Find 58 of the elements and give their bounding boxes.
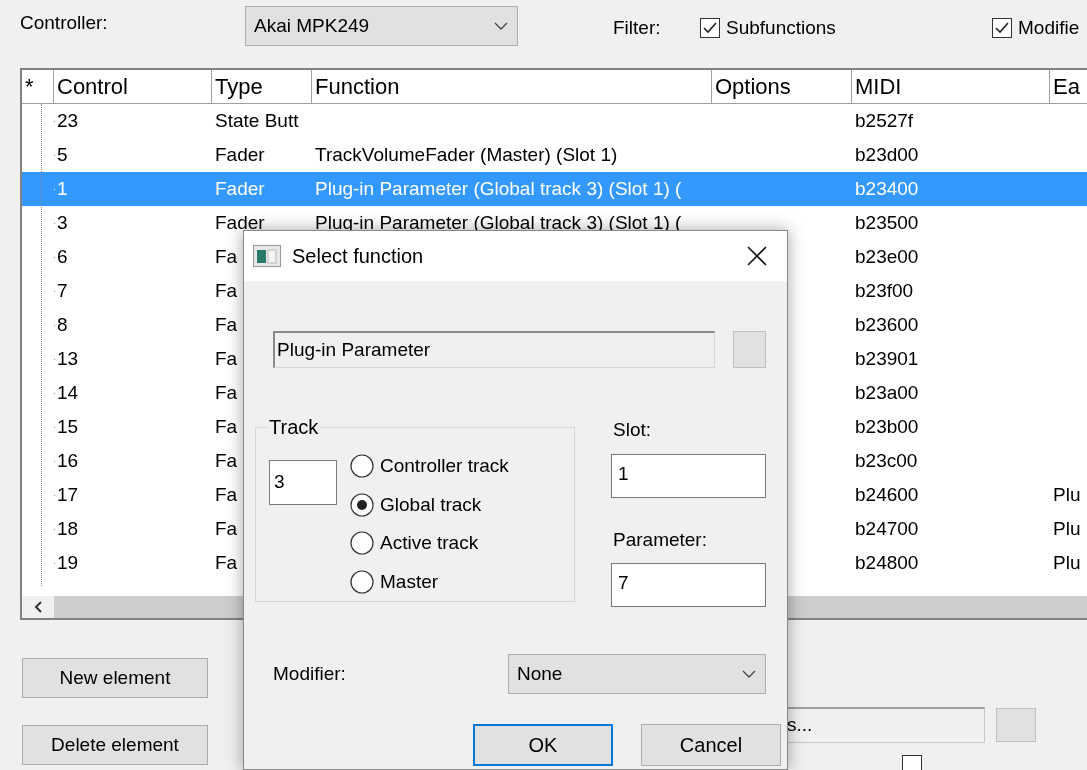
table-cell-text: 19: [57, 550, 79, 575]
radio-label: Global track: [380, 492, 482, 517]
table-cell-text: 6: [57, 244, 68, 269]
table-cell-text: State Butt: [215, 108, 299, 133]
dropdown-value: None: [517, 661, 563, 686]
table-cell-text: 17: [57, 482, 79, 507]
table-cell-text: 23: [57, 108, 79, 133]
table-cell-text: Fa: [215, 244, 238, 269]
controller-label: Controller:: [20, 10, 109, 35]
filter-label: Filter:: [613, 15, 662, 40]
table-cell-text: Fader: [215, 210, 265, 235]
radio-label: Active track: [380, 531, 479, 555]
table-cell-text: b23d00: [855, 142, 919, 167]
table-cell-text: 13: [57, 346, 79, 371]
table-cell-text: Fa: [215, 482, 238, 507]
table-cell-text: Fa: [215, 380, 238, 405]
table-cell-text: 8: [57, 312, 68, 337]
table-cell-text: Plu: [1053, 516, 1081, 541]
table-cell-text: b24600: [855, 482, 919, 507]
checkbox-label: Modifie: [1018, 15, 1080, 40]
table-cell-text: Fa: [215, 448, 238, 473]
table-cell-text: 3: [57, 210, 68, 235]
table-cell-text: b23400: [855, 176, 919, 201]
table-cell-text: Plu: [1053, 550, 1081, 575]
window-title: Select function: [292, 244, 425, 269]
parameter-label: Parameter:: [613, 527, 708, 552]
table-cell-text: b23600: [855, 312, 919, 337]
table-cell-text: b23a00: [855, 380, 919, 405]
table-cell-text: Plu: [1053, 482, 1081, 507]
table-cell-text: 7: [57, 278, 68, 303]
table-cell-text: Fa: [215, 312, 238, 337]
table-cell-text: Fa: [215, 414, 238, 439]
table-cell-text: b2527f: [855, 108, 914, 133]
table-cell-text: b23500: [855, 210, 919, 235]
table-cell-text: 18: [57, 516, 79, 541]
table-cell-text: Fader: [215, 142, 265, 167]
table-cell-text: Fader: [215, 176, 265, 201]
table-cell-text: Fa: [215, 346, 238, 371]
table-cell-text: Fa: [215, 550, 238, 575]
checkbox-label: Subfunctions: [726, 15, 836, 40]
table-cell-text: TrackVolumeFader (Master) (Slot 1): [315, 142, 618, 167]
group-label: Track: [268, 415, 320, 440]
table-cell-text: 5: [57, 142, 68, 167]
table-cell-text: b23f00: [855, 278, 914, 303]
dropdown-value: Akai MPK249: [254, 13, 370, 38]
table-cell-text: Fa: [215, 516, 238, 541]
modifier-label: Modifier:: [273, 661, 347, 686]
table-cell-text: 14: [57, 380, 79, 405]
table-cell-text: 1: [57, 176, 68, 201]
table-cell-text: b24800: [855, 550, 919, 575]
table-cell-text: Plug-in Parameter (Global track 3) (Slot 1) (: [315, 176, 682, 201]
table-cell-text: b24700: [855, 516, 919, 541]
radio-label: Master: [380, 569, 439, 594]
table-cell-text: 15: [57, 414, 79, 439]
radio-label: Controller track: [380, 454, 509, 478]
table-cell-text: Fa: [215, 278, 238, 303]
slot-label: Slot:: [613, 418, 653, 442]
table-cell-text: 16: [57, 448, 79, 473]
